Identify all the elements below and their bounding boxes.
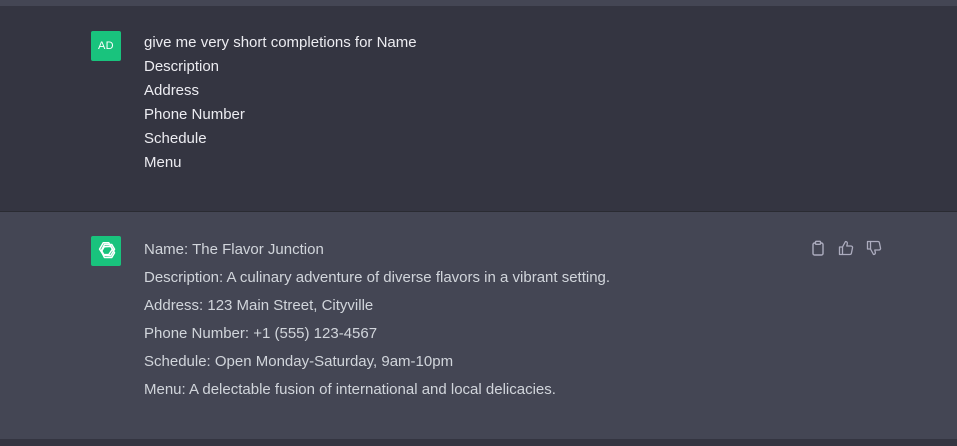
- dislike-button[interactable]: [864, 238, 884, 258]
- assistant-line: Name: The Flavor Junction: [144, 241, 324, 258]
- openai-logo-icon: [91, 236, 121, 266]
- user-message-text: give me very short completions for Name …: [144, 33, 417, 177]
- clipboard-icon: [812, 240, 824, 256]
- like-button[interactable]: [836, 238, 856, 258]
- user-avatar: AD: [91, 31, 121, 61]
- assistant-line: Menu: A delectable fusion of internation…: [144, 381, 556, 398]
- user-line: Description: [144, 58, 220, 75]
- assistant-line: Address: 123 Main Street, Cityville: [144, 297, 374, 314]
- openai-logo-svg: [98, 242, 116, 259]
- thumbs-down-icon: [866, 240, 882, 256]
- next-message-edge: [0, 439, 957, 446]
- user-line: Address: [144, 82, 200, 99]
- assistant-line: Description: A culinary adventure of div…: [144, 269, 611, 286]
- user-line: Menu: [144, 154, 182, 171]
- user-line: give me very short completions for Name: [144, 34, 417, 51]
- user-line: Schedule: [144, 130, 207, 147]
- user-line: Phone Number: [144, 106, 245, 123]
- copy-button[interactable]: [808, 238, 828, 258]
- assistant-message-text: Name: The Flavor Junction Description: A…: [144, 240, 610, 408]
- assistant-line: Phone Number: +1 (555) 123-4567: [144, 325, 378, 342]
- assistant-line: Schedule: Open Monday-Saturday, 9am-10pm: [144, 353, 454, 370]
- thumbs-up-icon: [838, 240, 854, 256]
- message-actions: [808, 238, 884, 258]
